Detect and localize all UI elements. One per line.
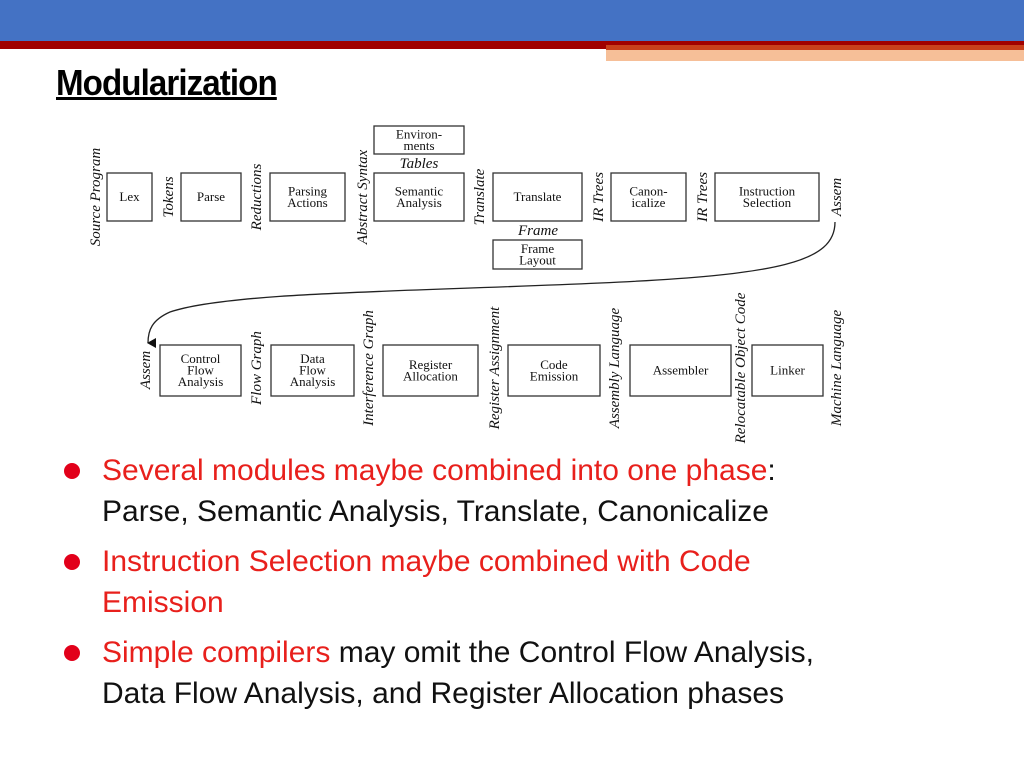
frame-label: Frame [517,223,558,239]
phase-label: Allocation [403,368,458,383]
data-label: Translate [472,168,488,225]
phase-label: Analysis [396,195,442,210]
data-label: IR Trees [695,172,711,223]
bullet-red-text: Emission [102,586,224,619]
bullet-item: Several modules maybe combined into one … [58,450,998,532]
bullet-item: Simple compilers may omit the Control Fl… [58,632,998,714]
phase-label: Selection [743,195,792,210]
phase-label: Analysis [178,374,224,389]
phase-label: Translate [514,189,562,204]
data-label: IR Trees [591,172,607,223]
compiler-phases-diagram: Lex Parse ParsingActionsSemanticAnalysis Tr… [88,125,845,444]
data-label: Register Assignment [487,306,503,430]
data-label: Assembly Language [607,307,623,429]
bullet-text: may omit the Control Flow Analysis, [330,636,814,669]
bullet-dot-icon [64,463,80,479]
bullet-text: Parse, Semantic Analysis, Translate, Can… [102,495,769,528]
data-label: Source Program [88,148,104,247]
phase-label: icalize [632,195,666,210]
bullet-text: : [767,454,776,487]
environments-label: ments [403,138,434,153]
bullet-red-text: Simple compilers [102,636,331,669]
data-label: Interference Graph [361,310,377,427]
frame-layout-label: Layout [519,252,556,267]
tables-label: Tables [400,156,439,172]
data-label: Tokens [161,176,177,217]
phase-label: Linker [770,363,805,378]
data-label: Abstract Syntax [355,149,371,245]
phase-label: Lex [119,189,140,204]
data-label: Relocatable Object Code [733,292,749,444]
data-label: Flow Graph [249,331,265,406]
data-label: Reductions [249,164,265,232]
phase-label: Assembler [653,363,709,378]
phase-label: Analysis [290,374,336,389]
phase-label: Emission [530,368,579,383]
phase-label: Actions [287,195,327,210]
data-label: Machine Language [829,310,845,428]
bullet-item: Instruction Selection maybe combined wit… [58,541,998,623]
data-label: Assem [138,351,154,390]
data-label: Assem [829,178,845,217]
bullet-dot-icon [64,554,80,570]
bullet-list: Several modules maybe combined into one … [58,450,998,723]
phase-label: Parse [197,189,225,204]
bullet-text: Data Flow Analysis, and Register Allocat… [102,677,785,710]
bullet-dot-icon [64,645,80,661]
bullet-red-text: Several modules maybe combined into one … [102,454,768,487]
bullet-red-text: Instruction Selection maybe combined wit… [102,545,751,578]
